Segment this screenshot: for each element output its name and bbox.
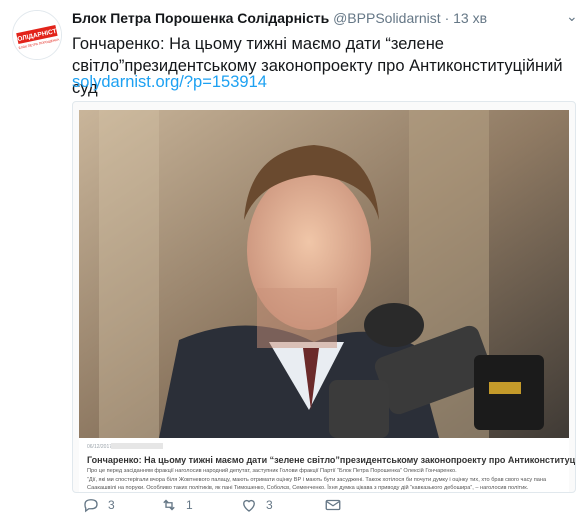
article-photo <box>79 110 569 438</box>
like-button[interactable]: 3 <box>240 496 273 514</box>
author-name[interactable]: Блок Петра Порошенка Солідарність <box>72 10 329 26</box>
separator: · <box>444 10 450 26</box>
article-paragraph: “Дії, які ми спостерігали вчора біля Жов… <box>87 477 547 491</box>
timestamp[interactable]: 13 хв <box>453 10 487 26</box>
author-handle[interactable]: @BPPSolidarnist <box>333 10 441 26</box>
reply-button[interactable]: 3 <box>82 496 115 514</box>
link-card[interactable]: 06/12/2017 Гончаренко: На цьому тижні ма… <box>72 101 576 493</box>
envelope-icon <box>325 499 341 511</box>
tweet-actions: 3 1 3 <box>72 496 572 518</box>
article-title: Гончаренко: На цьому тижні маємо дати “з… <box>87 455 576 465</box>
retweet-button[interactable]: 1 <box>160 496 193 514</box>
tweet-header: Блок Петра Порошенка Солідарність @BPPSo… <box>72 10 487 26</box>
reply-count: 3 <box>108 498 115 512</box>
direct-message-button[interactable] <box>324 496 342 514</box>
article-date: 06/12/2017 <box>87 444 113 450</box>
retweet-count: 1 <box>186 498 193 512</box>
party-logo-icon: СОЛІДАРНІСТЬ БЛОК ПЕТРА ПОРОШЕНКА <box>13 11 61 59</box>
reply-icon <box>84 499 98 513</box>
retweet-icon <box>163 499 175 511</box>
share-bar <box>111 443 163 449</box>
article-preview: 06/12/2017 Гончаренко: На цьому тижні ма… <box>79 438 575 492</box>
article-paragraph: Про це перед засіданням фракції наголоси… <box>87 468 457 474</box>
avatar[interactable]: СОЛІДАРНІСТЬ БЛОК ПЕТРА ПОРОШЕНКА <box>12 10 62 60</box>
heart-icon <box>243 499 255 512</box>
tweet[interactable]: СОЛІДАРНІСТЬ БЛОК ПЕТРА ПОРОШЕНКА Блок П… <box>0 0 588 528</box>
chevron-down-icon[interactable]: ⌄ <box>566 8 578 25</box>
like-count: 3 <box>266 498 273 512</box>
tweet-link[interactable]: solydarnist.org/?p=153914 <box>72 73 267 92</box>
